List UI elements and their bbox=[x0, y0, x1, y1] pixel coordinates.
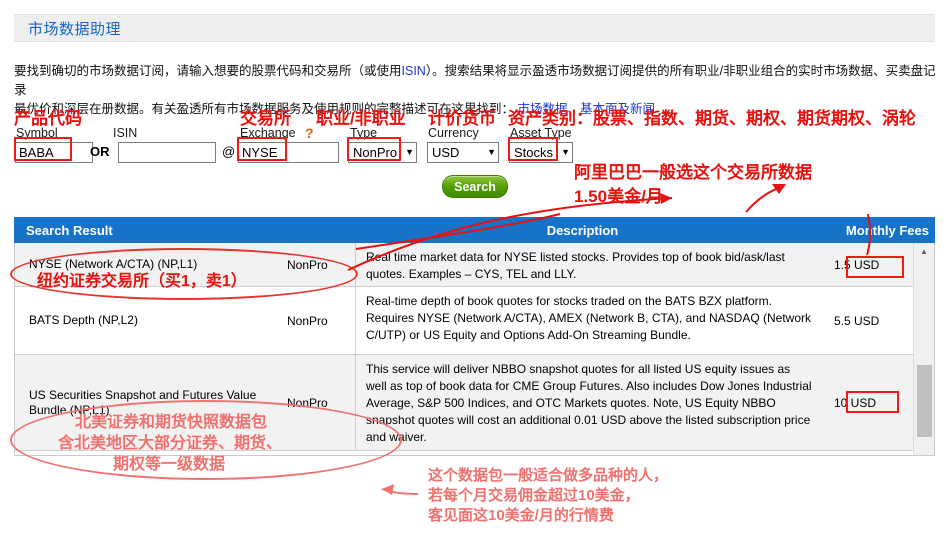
page-title: 市场数据助理 bbox=[28, 20, 122, 38]
result-type: NonPro bbox=[287, 313, 328, 328]
annotation-nyse-note: 纽约证券交易所（买1，卖1） bbox=[37, 273, 247, 290]
arrowhead-bundle bbox=[382, 484, 394, 495]
result-description: This service will deliver NBBO snapshot … bbox=[355, 355, 828, 450]
annotation-bottom-note-line3: 客见面这10美金/月的行情费 bbox=[428, 507, 614, 524]
isin-input[interactable] bbox=[118, 142, 216, 163]
annotation-box-symbol bbox=[14, 137, 72, 161]
currency-select[interactable]: USD ▼ bbox=[427, 142, 499, 163]
annotation-price-value: 1.50 bbox=[574, 187, 608, 206]
scrollbar-thumb[interactable] bbox=[917, 365, 932, 437]
annotation-bundle-note-line2: 含北美地区大部分证券、期货、 bbox=[58, 435, 283, 452]
annotation-box-type bbox=[347, 137, 401, 161]
result-description: Real-time depth of book quotes for stock… bbox=[355, 287, 828, 354]
annotation-box-fee-3 bbox=[846, 391, 899, 413]
result-fee: 5.5 USD bbox=[834, 313, 880, 328]
table-header-row: Search Result Description Monthly Fees bbox=[14, 217, 935, 243]
currency-label-en: Currency bbox=[428, 126, 479, 140]
chevron-down-icon: ▼ bbox=[405, 147, 414, 157]
annotation-bundle-note-line3: 期权等一级数据 bbox=[113, 456, 226, 473]
annotation-bottom-note-line1: 这个数据包一般适合做多品种的人， bbox=[428, 467, 669, 484]
scroll-up-arrow-icon[interactable]: ▲ bbox=[914, 243, 934, 260]
chevron-down-icon: ▼ bbox=[561, 147, 570, 157]
isin-link[interactable]: ISIN bbox=[402, 64, 426, 78]
currency-select-value: USD bbox=[432, 145, 460, 160]
column-header-description: Description bbox=[546, 222, 619, 238]
arrow-to-bundle bbox=[381, 488, 419, 495]
annotation-exchange-note-line1: 阿里巴巴一般选这个交易所数据 bbox=[574, 163, 812, 182]
annotation-price-unit: 美金/月 bbox=[607, 187, 663, 206]
chevron-down-icon: ▼ bbox=[487, 147, 496, 157]
at-separator: @ bbox=[222, 144, 236, 159]
annotation-box-exchange bbox=[237, 137, 287, 161]
search-button-label: Search bbox=[454, 179, 496, 194]
annotation-bundle-note-line1: 北美证券和期货快照数据包 bbox=[75, 414, 268, 431]
column-header-search-result: Search Result bbox=[26, 222, 113, 238]
annotation-box-asset bbox=[508, 137, 558, 161]
window-title-bar: 市场数据助理 bbox=[14, 14, 935, 42]
isin-label-en: ISIN bbox=[113, 126, 138, 140]
result-description: Real time market data for NYSE listed st… bbox=[355, 243, 828, 286]
column-header-monthly-fees: Monthly Fees bbox=[845, 222, 929, 238]
vertical-scrollbar[interactable]: ▲ bbox=[913, 243, 934, 455]
annotation-exchange-note-line2: 1.50美金/月 bbox=[574, 187, 663, 208]
search-button[interactable]: Search bbox=[442, 175, 508, 198]
annotation-box-fee-1 bbox=[846, 256, 904, 278]
annotation-bottom-note-line2: 若每个月交易佣金超过10美金， bbox=[428, 487, 640, 504]
intro-line1-part-a: 要找到确切的市场数据订阅，请输入想要的股票代码和交易所（或使用 bbox=[14, 64, 402, 78]
or-separator: OR bbox=[90, 144, 110, 159]
intro-line1-part-b: ）。搜索结果将显示盈透市场数据订阅提供的所有职业 bbox=[425, 64, 720, 78]
exchange-help-icon[interactable]: ? bbox=[305, 125, 314, 141]
intro-line-1: 要找到确切的市场数据订阅，请输入想要的股票代码和交易所（或使用ISIN）。搜索结… bbox=[14, 62, 939, 100]
